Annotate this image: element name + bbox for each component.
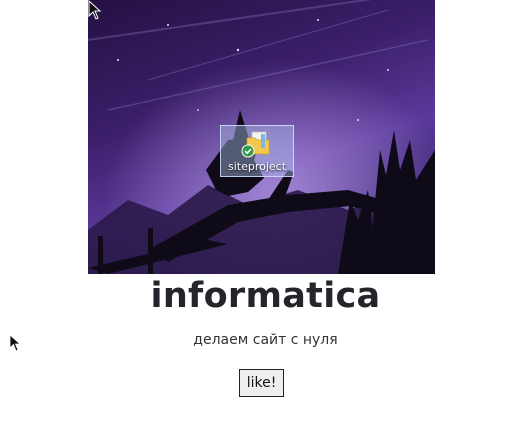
mouse-cursor-icon	[9, 334, 21, 352]
mouse-cursor-icon	[88, 0, 102, 20]
page-subtitle: делаем сайт с нуля	[193, 332, 338, 348]
page: siteproject informatica делаем сайт с ну…	[0, 0, 531, 433]
like-button[interactable]: like!	[239, 369, 284, 397]
desktop-shortcut-siteproject[interactable]: siteproject	[220, 125, 294, 177]
check-circle-icon	[241, 144, 255, 158]
desktop-shortcut-label: siteproject	[227, 160, 287, 173]
page-title: informatica	[150, 276, 381, 316]
hero-image: siteproject	[88, 0, 435, 274]
